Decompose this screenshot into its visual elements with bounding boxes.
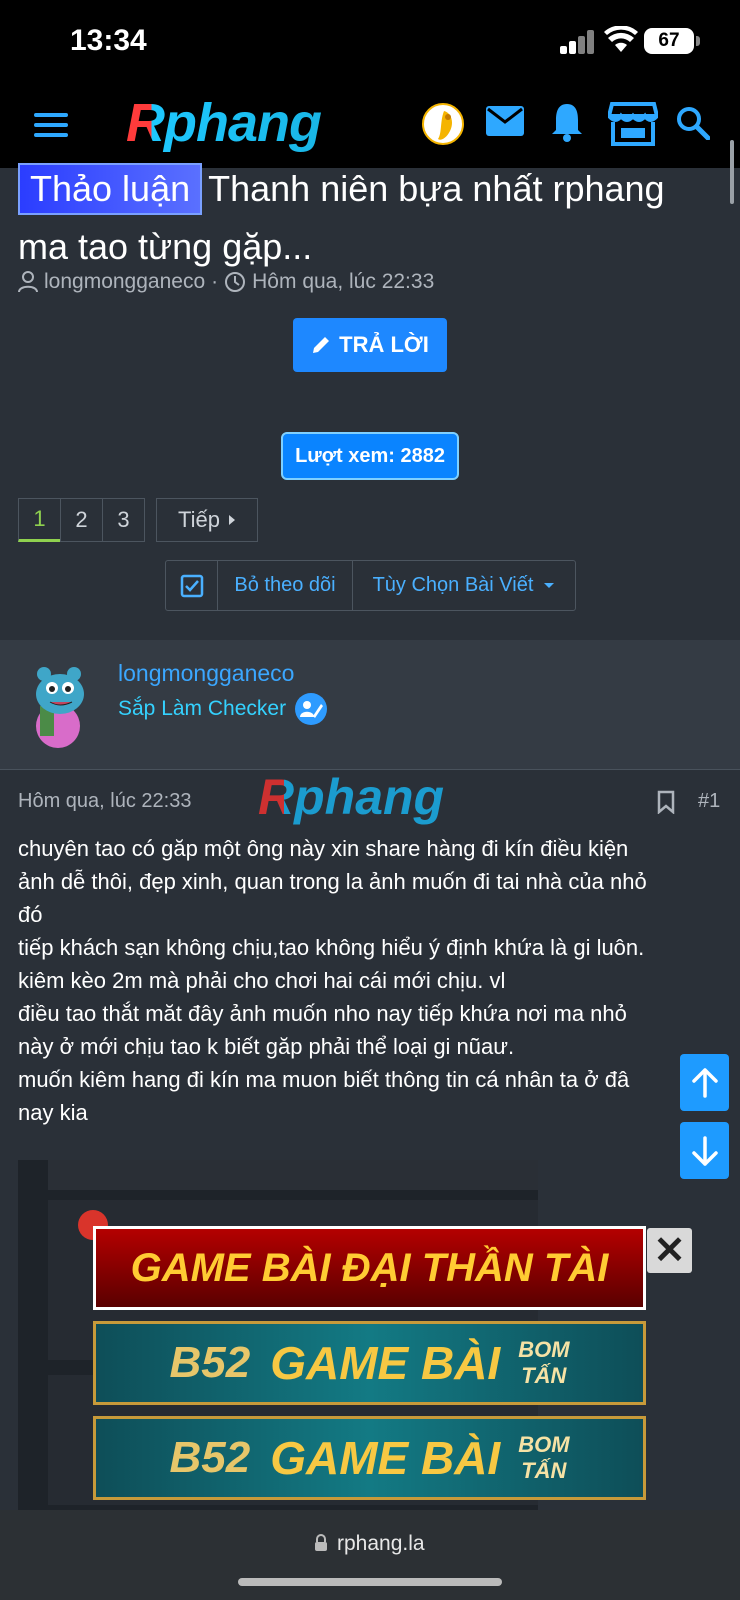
verified-badge-icon: [295, 693, 328, 725]
store-icon[interactable]: [608, 100, 658, 146]
ad-banner-b52[interactable]: B52 GAME BÀI BOM TẤN: [93, 1416, 646, 1500]
post-date[interactable]: Hôm qua, lúc 22:33: [18, 790, 191, 813]
ad-bom-text: BOM: [518, 1432, 570, 1457]
page-2[interactable]: 2: [60, 498, 103, 542]
ad-tan-text: TẤN: [521, 1458, 567, 1483]
ad-bom-tan: BOM TẤN: [518, 1337, 569, 1389]
page-3[interactable]: 3: [102, 498, 145, 542]
status-bar: 13:34 67: [0, 0, 740, 84]
search-icon[interactable]: [676, 106, 710, 140]
scroll-up-button[interactable]: [680, 1054, 729, 1111]
thread-title: Thảo luận Thanh niên bựa nhất rphang ma t…: [18, 160, 718, 276]
select-checkbox[interactable]: [166, 561, 218, 610]
ad-game-bai-text: GAME BÀI: [270, 1432, 501, 1484]
close-icon: ✕: [653, 1230, 686, 1272]
next-page-button[interactable]: Tiếp: [156, 498, 258, 542]
page-1[interactable]: 1: [18, 498, 61, 542]
ad-bom-text: BOM: [518, 1337, 570, 1362]
post-options-label: Tùy Chọn Bài Viết: [372, 574, 534, 596]
post-user-title: Sắp Làm Checker: [118, 692, 328, 726]
user-icon: [18, 271, 38, 293]
thread-meta: longmongganeco · Hôm qua, lúc 22:33: [18, 270, 434, 294]
lock-icon: [315, 1534, 327, 1551]
home-indicator[interactable]: [238, 1578, 502, 1586]
site-logo[interactable]: Rphang: [126, 92, 322, 154]
post-line: muốn kiêm hang đi kín ma muon biết thông…: [18, 1067, 630, 1092]
thread-tools: Bỏ theo dõi Tùy Chọn Bài Viết: [165, 560, 576, 611]
post-line: nay kia: [18, 1100, 88, 1125]
battery-indicator: 67: [644, 28, 700, 54]
thread-prefix-badge[interactable]: Thảo luận: [18, 163, 203, 215]
page-scrollbar[interactable]: [730, 140, 734, 204]
meta-separator: ·: [211, 270, 219, 293]
ad-bom-tan: BOM TẤN: [518, 1432, 569, 1484]
post-line: chuyên tao có găp một ông này xin share …: [18, 836, 629, 861]
post-number[interactable]: #1: [698, 790, 720, 813]
unwatch-button[interactable]: Bỏ theo dõi: [218, 561, 353, 610]
ad-banner-dai-than-tai[interactable]: GAME BÀI ĐẠI THẦN TÀI: [93, 1226, 646, 1310]
next-page-label: Tiếp: [178, 507, 220, 532]
site-watermark: Rphang: [258, 769, 445, 825]
user-avatar[interactable]: [22, 656, 94, 752]
pencil-icon: [313, 337, 330, 353]
thread-author[interactable]: longmongganeco: [44, 270, 205, 294]
bookmark-icon[interactable]: [656, 790, 676, 814]
reply-button[interactable]: TRẢ LỜI: [293, 318, 447, 372]
post-line: ảnh dễ thôi, đẹp xinh, quan trong la ảnh…: [18, 869, 647, 894]
attachment-region: [48, 1160, 538, 1190]
checkbox-icon: [180, 574, 203, 597]
post-line: điều tao thắt măt đây ảnh muốn nho nay t…: [18, 1001, 627, 1026]
scroll-down-button[interactable]: [680, 1122, 729, 1179]
ad-game-bai-text: GAME BÀI: [270, 1337, 501, 1389]
post-line: đó: [18, 902, 43, 927]
status-time: 13:34: [70, 24, 147, 57]
caret-down-icon: [544, 582, 555, 588]
caret-right-icon: [228, 515, 235, 525]
post-content: chuyên tao có găp một ông này xin share …: [18, 832, 718, 1129]
bell-icon[interactable]: [550, 102, 584, 142]
post-line: tiếp khách sạn không chịu,tao không hiểu…: [18, 935, 645, 960]
post-user-card: [0, 640, 740, 770]
reply-button-label: TRẢ LỜI: [339, 332, 429, 357]
clock-icon: [225, 272, 246, 292]
menu-icon[interactable]: [34, 111, 68, 139]
account-avatar[interactable]: [422, 103, 464, 145]
post-line: kiêm kèo 2m mà phải cho chơi hai cái mới…: [18, 968, 506, 993]
ad-banner-b52[interactable]: B52 GAME BÀI BOM TẤN: [93, 1321, 646, 1405]
thread-date[interactable]: Hôm qua, lúc 22:33: [252, 270, 434, 294]
post-options-button[interactable]: Tùy Chọn Bài Viết: [353, 561, 575, 610]
mail-icon[interactable]: [486, 106, 524, 136]
signal-icon: [560, 30, 596, 54]
post-username[interactable]: longmongganeco: [118, 660, 294, 687]
wifi-icon: [604, 26, 638, 52]
post-line: này ở mới chịu tao k biết găp phải thể l…: [18, 1034, 515, 1059]
arrow-down-icon: [691, 1135, 718, 1166]
pagination: 1 2 3 Tiếp: [18, 498, 258, 542]
ad-b52-logo: B52: [169, 1338, 251, 1387]
arrow-up-icon: [691, 1067, 718, 1098]
views-counter: Lượt xem: 2882: [281, 432, 459, 480]
user-title-text: Sắp Làm Checker: [118, 697, 287, 720]
url-text[interactable]: rphang.la: [337, 1532, 425, 1556]
top-nav: [0, 84, 740, 168]
ad-b52-logo: B52: [169, 1433, 251, 1482]
close-ad-button[interactable]: ✕: [647, 1228, 692, 1273]
ad-tan-text: TẤN: [521, 1363, 567, 1388]
